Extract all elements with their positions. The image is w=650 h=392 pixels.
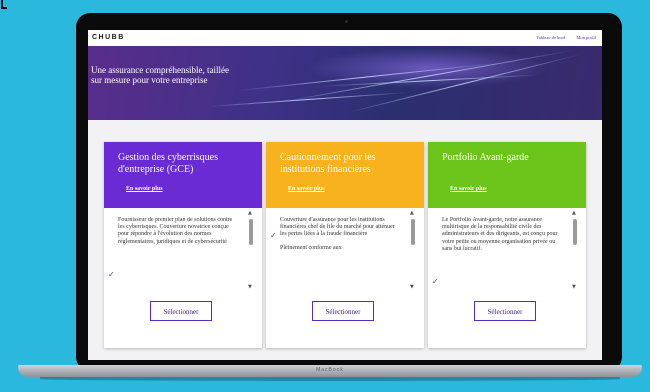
card-description: Couverture d'assurance pour les institut… (280, 217, 402, 289)
hero-title: Une assurance compréhensible, taillée su… (91, 65, 229, 85)
nav-link-profile[interactable]: Mon profil (576, 35, 596, 40)
scroll-down-arrow-icon[interactable]: ▼ (248, 284, 252, 290)
card-scrollbar[interactable]: ▲ ▼ (572, 210, 578, 292)
product-card-bonding: Cautionnement pour les institutions fina… (266, 142, 424, 348)
checkmark-icon: ✓ (270, 231, 277, 240)
learn-more-link[interactable]: En savoir plus (288, 186, 325, 192)
card-header: Portfolio Avant-garde En savoir plus (428, 142, 586, 208)
scroll-down-arrow-icon[interactable]: ▼ (572, 284, 576, 290)
card-paragraph: Fournisseur de premier plan de solutions… (118, 217, 233, 245)
select-button[interactable]: Sélectionner (474, 301, 536, 321)
card-description: Fournisseur de premier plan de solutions… (118, 217, 240, 289)
card-scrollbar[interactable]: ▲ ▼ (410, 210, 416, 292)
hero-banner: Une assurance compréhensible, taillée su… (88, 46, 602, 120)
card-title: Cautionnement pour les institutions fina… (280, 152, 376, 175)
laptop-brand-label: MacBook (316, 367, 344, 373)
laptop-shadow (40, 377, 620, 381)
card-paragraph: Pleinement conforme aux (280, 244, 342, 251)
scroll-down-arrow-icon[interactable]: ▼ (410, 284, 414, 290)
scroll-thumb[interactable] (249, 219, 253, 245)
product-card-avant-garde: Portfolio Avant-garde En savoir plus Le … (428, 142, 586, 348)
scroll-thumb[interactable] (573, 219, 577, 245)
card-description: Le Portfolio Avant-garde, notre assuranc… (442, 217, 564, 289)
corner-bracket-mark (0, 0, 8, 10)
card-header: Gestion des cyberrisques d'entreprise (G… (104, 142, 262, 208)
learn-more-link[interactable]: En savoir plus (126, 186, 163, 192)
checkmark-icon: ✓ (432, 277, 439, 286)
product-card-cyber: Gestion des cyberrisques d'entreprise (G… (104, 142, 262, 348)
card-scrollbar[interactable]: ▲ ▼ (248, 210, 254, 292)
scroll-up-arrow-icon[interactable]: ▲ (410, 210, 414, 216)
header-nav: Tableau de bord Mon profil (526, 35, 596, 40)
card-title: Portfolio Avant-garde (442, 152, 529, 163)
camera-icon (345, 20, 348, 23)
card-header: Cautionnement pour les institutions fina… (266, 142, 424, 208)
card-paragraph: Couverture d'assurance pour les institut… (280, 217, 395, 238)
card-title: Gestion des cyberrisques d'entreprise (G… (118, 152, 218, 175)
card-paragraph: Le Portfolio Avant-garde, notre assuranc… (442, 217, 558, 252)
checkmark-icon: ✓ (108, 270, 115, 279)
scroll-up-arrow-icon[interactable]: ▲ (248, 210, 252, 216)
product-cards-section: Gestion des cyberrisques d'entreprise (G… (88, 120, 602, 360)
scroll-up-arrow-icon[interactable]: ▲ (572, 210, 576, 216)
scroll-thumb[interactable] (411, 219, 415, 245)
chubb-logo: CHUBB (92, 34, 125, 41)
top-navigation-bar: CHUBB Tableau de bord Mon profil (88, 30, 602, 46)
select-button[interactable]: Sélectionner (150, 301, 212, 321)
learn-more-link[interactable]: En savoir plus (450, 186, 487, 192)
nav-link-dashboard[interactable]: Tableau de bord (536, 35, 565, 40)
hero-light-streak (277, 49, 574, 104)
select-button[interactable]: Sélectionner (312, 301, 374, 321)
laptop-screen: CHUBB Tableau de bord Mon profil Une ass… (88, 30, 602, 360)
